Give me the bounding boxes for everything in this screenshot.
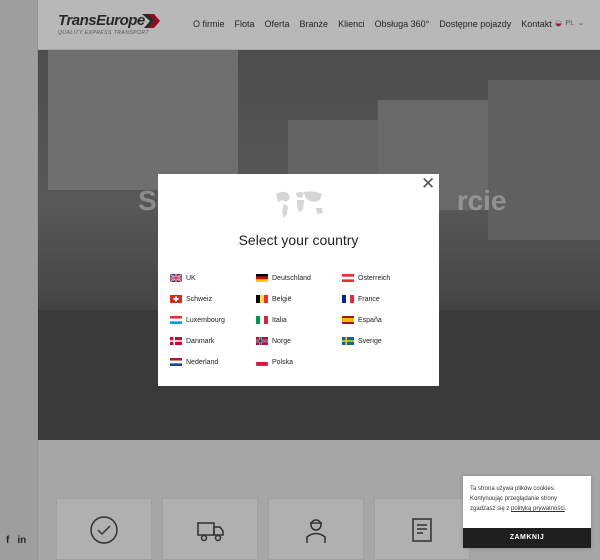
country-label: UK: [186, 274, 196, 282]
country-label: Deutschland: [272, 274, 311, 282]
country-espana[interactable]: España: [342, 314, 428, 326]
belgium-flag-icon: [256, 295, 268, 303]
country-label: België: [272, 295, 292, 303]
norway-flag-icon: [256, 337, 268, 345]
country-label: España: [358, 316, 382, 324]
country-luxembourg[interactable]: Luxembourg: [170, 314, 256, 326]
france-flag-icon: [342, 295, 354, 303]
denmark-flag-icon: [170, 337, 182, 345]
country-schweiz[interactable]: Schweiz: [170, 293, 256, 305]
country-osterreich[interactable]: Österreich: [342, 272, 428, 284]
country-label: Danmark: [186, 337, 215, 345]
country-label: Sverige: [358, 337, 382, 345]
country-label: France: [358, 295, 380, 303]
country-uk[interactable]: UK: [170, 272, 256, 284]
privacy-policy-link[interactable]: polityką prywatności: [511, 506, 565, 512]
country-label: Italia: [272, 316, 287, 324]
modal-title: Select your country: [238, 232, 359, 248]
cookie-message-end: .: [564, 506, 567, 512]
country-norge[interactable]: Norge: [256, 335, 342, 347]
country-belgie[interactable]: België: [256, 293, 342, 305]
country-polska[interactable]: Polska: [256, 356, 342, 368]
italy-flag-icon: [256, 316, 268, 324]
netherlands-flag-icon: [170, 358, 182, 366]
cookie-text: Ta strona używa plików cookies. Kontynuu…: [470, 484, 584, 514]
germany-flag-icon: [256, 274, 268, 282]
country-label: Nederland: [186, 358, 219, 366]
country-nederland[interactable]: Nederland: [170, 356, 256, 368]
poland-flag-icon: [256, 358, 268, 366]
uk-flag-icon: [170, 274, 182, 282]
spain-flag-icon: [342, 316, 354, 324]
switzerland-flag-icon: [170, 295, 182, 303]
country-france[interactable]: France: [342, 293, 428, 305]
sweden-flag-icon: [342, 337, 354, 345]
country-list: UK Deutschland Österreich Schweiz België…: [170, 272, 428, 368]
country-sverige[interactable]: Sverige: [342, 335, 428, 347]
country-label: Österreich: [358, 274, 391, 282]
country-label: Norge: [272, 337, 292, 345]
austria-flag-icon: [342, 274, 354, 282]
country-label: Polska: [272, 358, 294, 366]
country-italia[interactable]: Italia: [256, 314, 342, 326]
country-deutschland[interactable]: Deutschland: [256, 272, 342, 284]
world-map-icon: [276, 191, 323, 218]
country-label: Luxembourg: [186, 316, 225, 324]
cookie-close-button[interactable]: ZAMKNIJ: [463, 528, 591, 548]
close-icon[interactable]: ✕: [421, 175, 435, 192]
country-label: Schweiz: [186, 295, 213, 303]
cookie-banner: Ta strona używa plików cookies. Kontynuu…: [463, 476, 591, 548]
country-danmark[interactable]: Danmark: [170, 335, 256, 347]
luxembourg-flag-icon: [170, 316, 182, 324]
country-select-modal: ✕ Select your country UK Deutschland Öst…: [158, 174, 439, 386]
